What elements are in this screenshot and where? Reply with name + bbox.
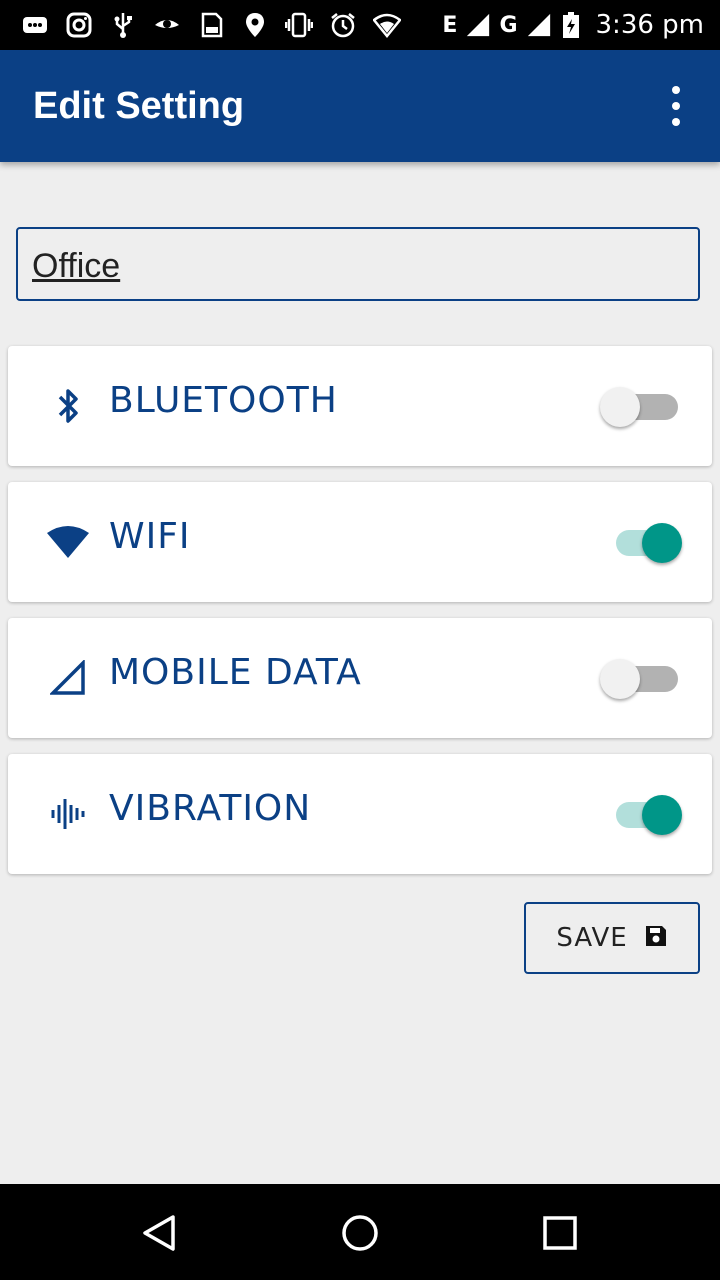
setting-label: WIFI xyxy=(109,516,191,557)
system-icons: E G 3:36 pm xyxy=(442,8,704,42)
wifi-icon xyxy=(44,520,92,564)
more-vert-icon[interactable] xyxy=(660,86,692,126)
save-button[interactable]: SAVE xyxy=(524,902,700,974)
setting-card-mobile-data: MOBILE DATA xyxy=(8,618,712,738)
setting-label: VIBRATION xyxy=(109,788,312,829)
bluetooth-icon xyxy=(44,384,92,428)
profile-name-field[interactable] xyxy=(16,227,700,303)
vibration-toggle[interactable] xyxy=(612,790,682,838)
notification-icons xyxy=(20,8,402,42)
vibrate-icon xyxy=(284,10,314,40)
home-icon[interactable] xyxy=(335,1208,385,1258)
save-button-label: SAVE xyxy=(556,923,628,953)
battery-charging-icon xyxy=(560,10,582,40)
back-icon[interactable] xyxy=(134,1208,184,1258)
alarm-icon xyxy=(328,10,358,40)
location-icon xyxy=(240,10,270,40)
message-icon xyxy=(20,10,50,40)
status-bar: E G 3:36 pm xyxy=(0,0,720,50)
page-title: Edit Setting xyxy=(33,85,245,127)
clock: 3:36 pm xyxy=(595,10,704,40)
signal-icon xyxy=(44,656,92,700)
network-type-e: E xyxy=(442,12,458,38)
setting-card-wifi: WIFI xyxy=(8,482,712,602)
sd-card-icon xyxy=(196,10,226,40)
profile-name-input[interactable] xyxy=(32,229,672,303)
navigation-bar xyxy=(0,1184,720,1280)
save-icon xyxy=(644,924,668,953)
setting-label: MOBILE DATA xyxy=(109,652,362,693)
signal-icon xyxy=(465,10,491,40)
setting-card-bluetooth: BLUETOOTH xyxy=(8,346,712,466)
app-bar: Edit Setting xyxy=(0,50,720,162)
instagram-icon xyxy=(64,10,94,40)
eye-icon xyxy=(152,10,182,40)
wifi-icon xyxy=(372,10,402,40)
bluetooth-toggle[interactable] xyxy=(600,382,682,430)
mobile-data-toggle[interactable] xyxy=(600,654,682,702)
setting-card-vibration: VIBRATION xyxy=(8,754,712,874)
network-type-g: G xyxy=(499,12,518,38)
signal-icon xyxy=(526,10,552,40)
wifi-toggle[interactable] xyxy=(612,518,682,566)
usb-icon xyxy=(108,10,138,40)
recents-icon[interactable] xyxy=(535,1208,585,1258)
vibration-icon xyxy=(44,792,92,836)
setting-label: BLUETOOTH xyxy=(109,380,338,421)
